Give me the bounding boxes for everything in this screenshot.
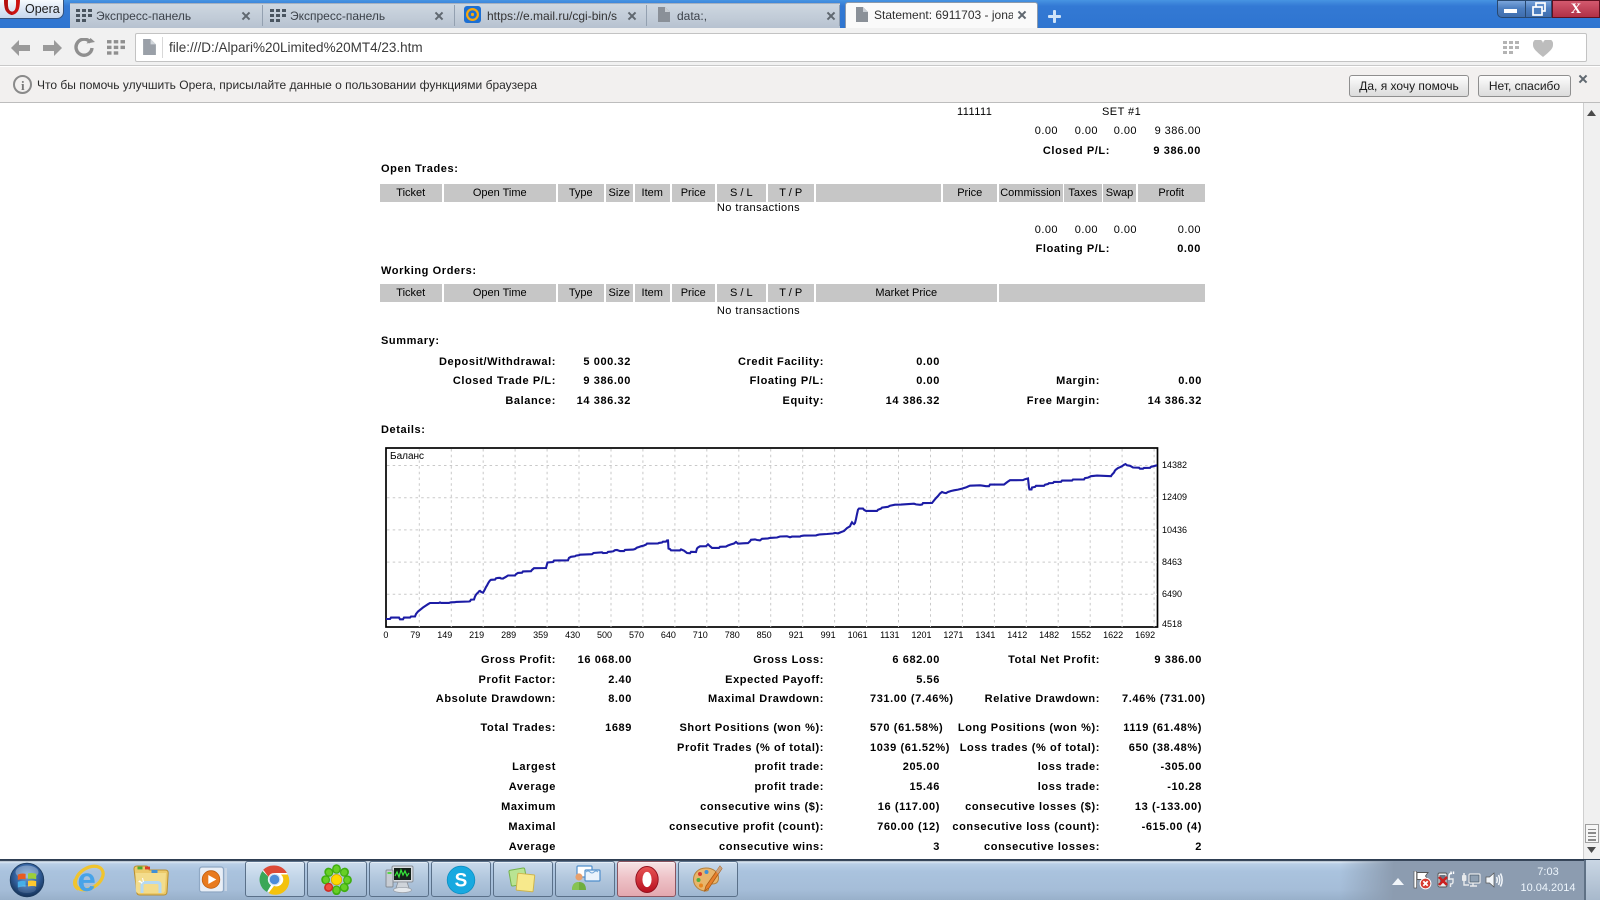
svg-text:S: S [455, 871, 468, 892]
svg-text:e: e [78, 861, 96, 898]
